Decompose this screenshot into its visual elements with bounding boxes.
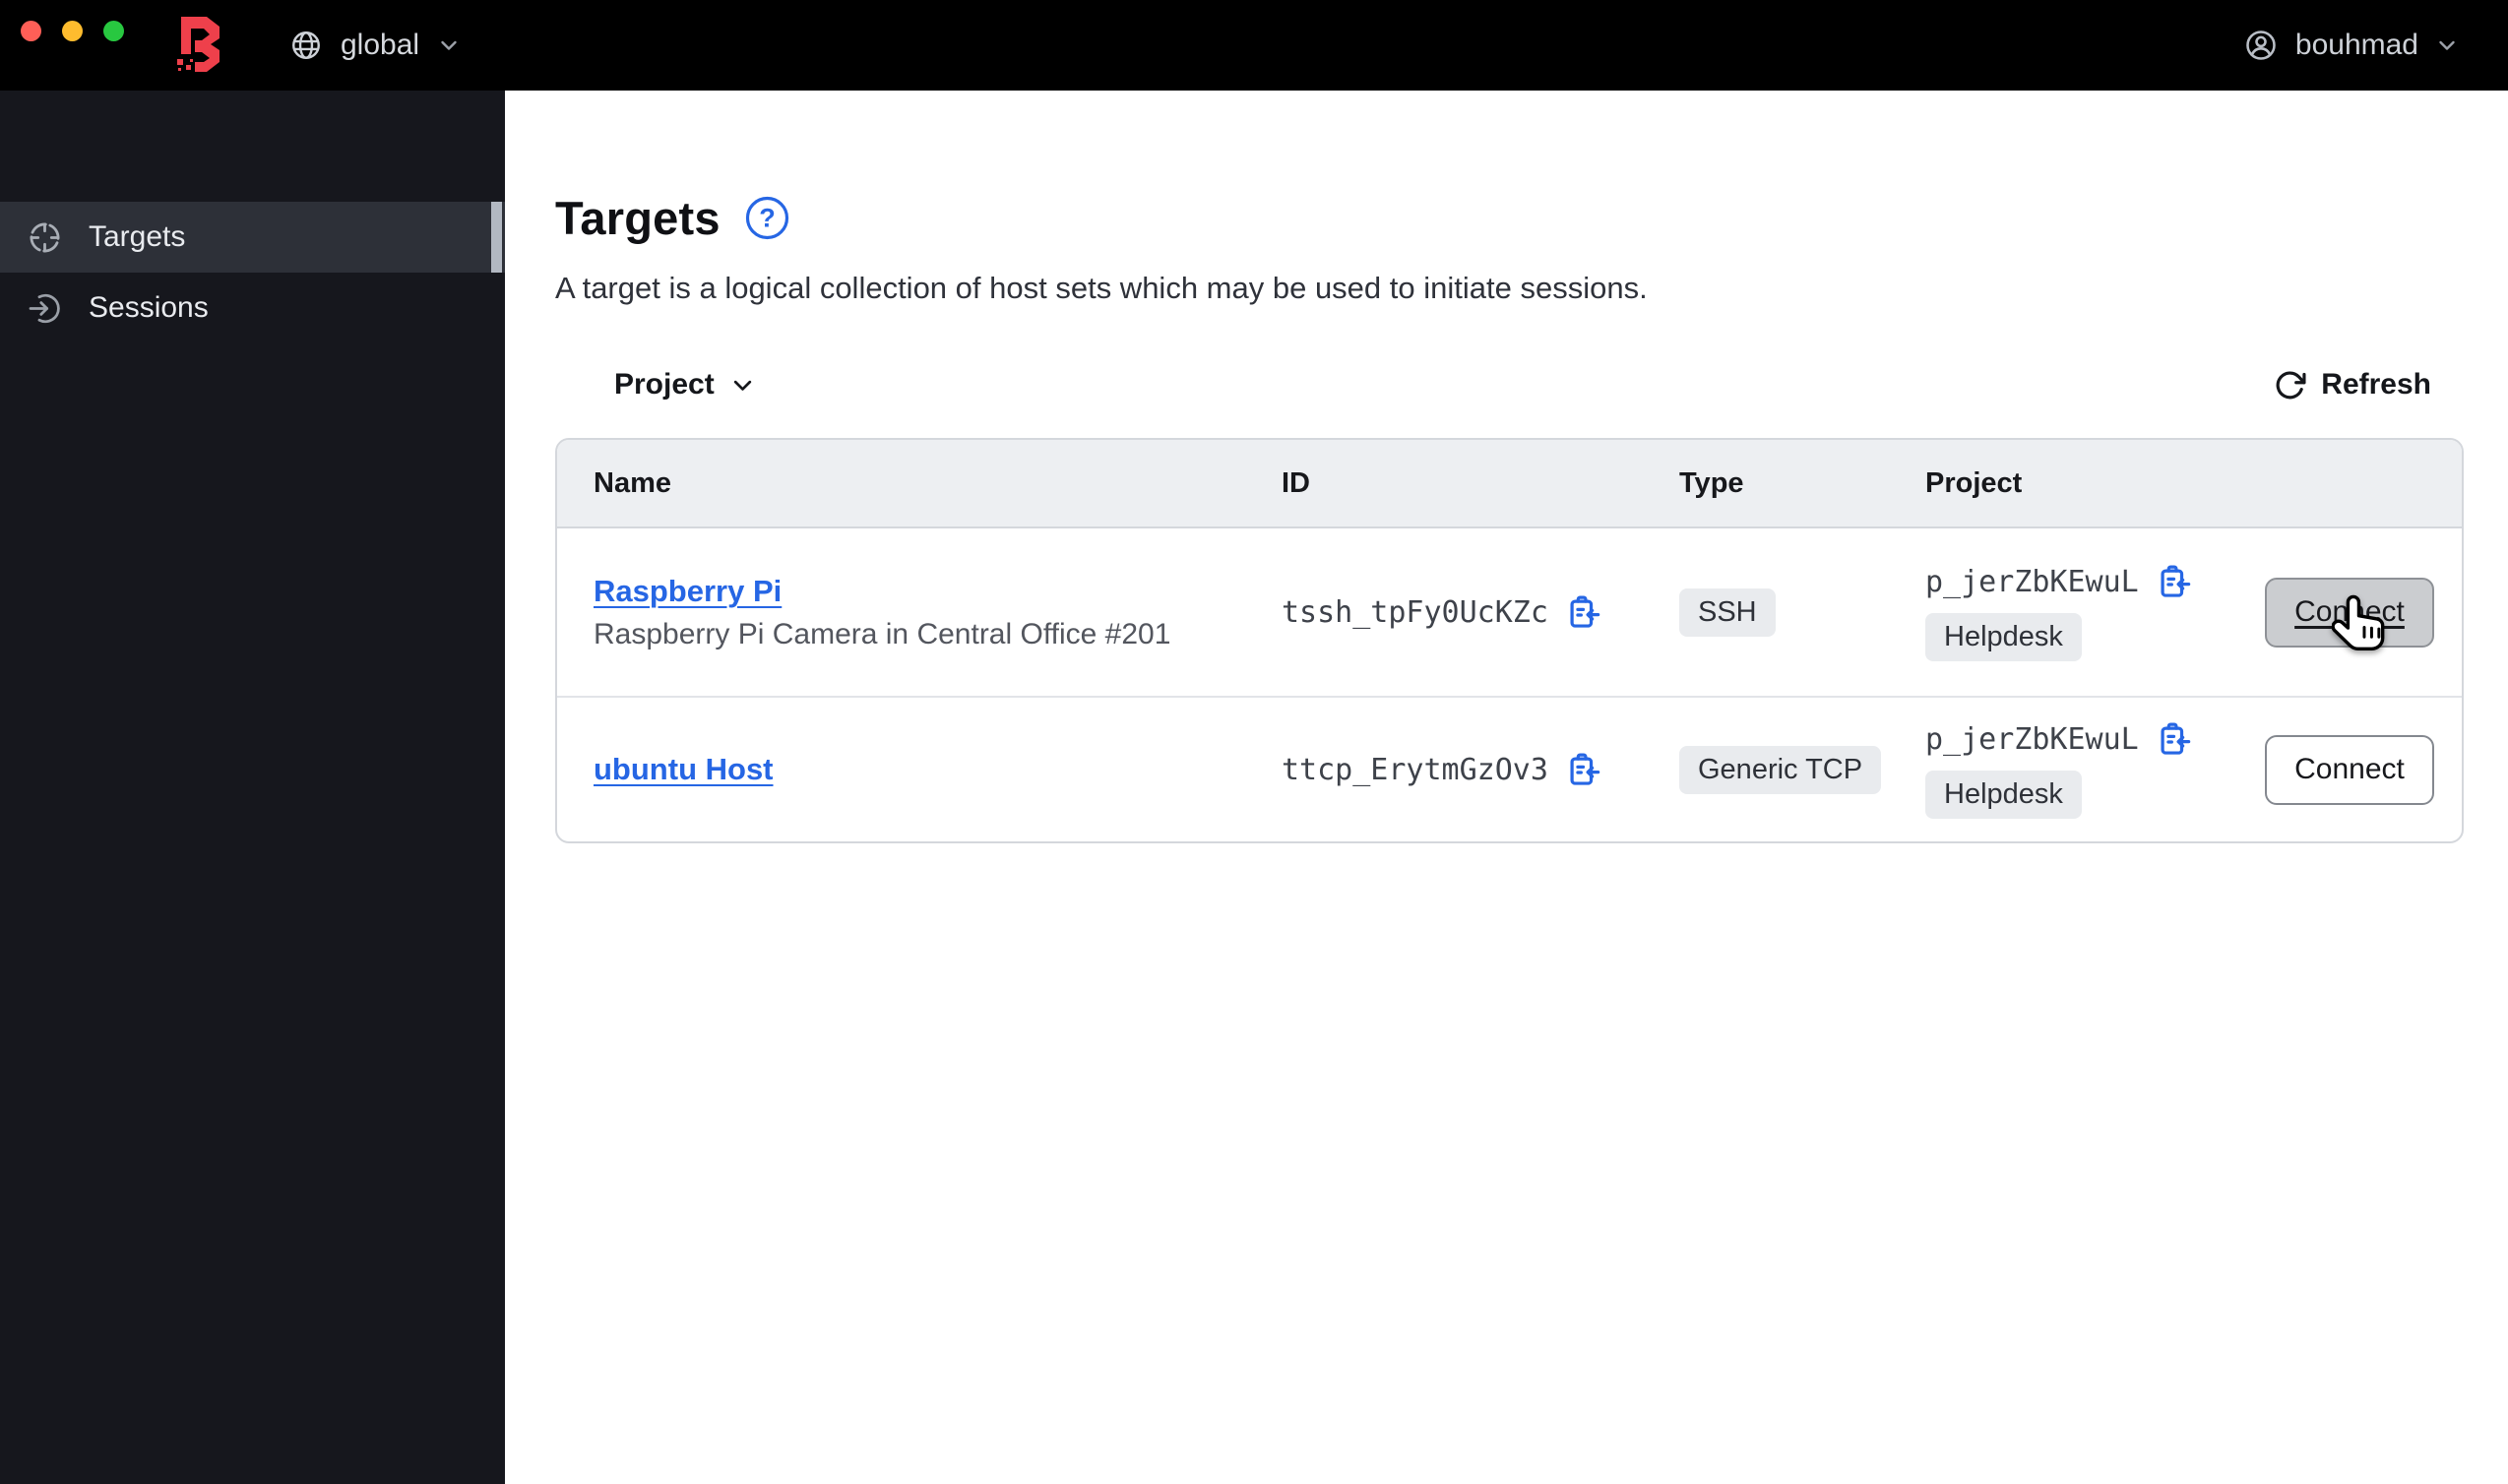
table-toolbar: Project Refresh (555, 362, 2464, 407)
target-id: ttcp_ErytmGzOv3 (1282, 752, 1548, 787)
sidebar-item-label: Targets (89, 220, 186, 253)
connect-button[interactable]: Connect (2265, 577, 2434, 650)
target-name-link[interactable]: ubuntu Host (594, 752, 774, 787)
active-indicator (491, 202, 502, 273)
name-cell: ubuntu Host (557, 752, 1282, 787)
table-header-row: Name ID Type Project (557, 440, 2462, 528)
targets-table: Name ID Type Project Raspberry Pi Raspbe… (555, 438, 2464, 843)
close-window-button[interactable] (21, 21, 41, 41)
chevron-down-icon (733, 380, 751, 391)
type-cell: Generic TCP (1679, 745, 1925, 794)
scope-switcher[interactable]: global (289, 0, 461, 91)
clipboard-copy-icon[interactable] (2156, 564, 2192, 600)
main-content: Targets ? A target is a logical collecti… (505, 91, 2508, 1484)
clipboard-copy-icon[interactable] (2156, 721, 2192, 758)
page-title: Targets (555, 191, 721, 244)
project-id: p_jerZbKEwuL (1925, 564, 2139, 599)
refresh-label: Refresh (2321, 368, 2431, 401)
column-header-id: ID (1282, 466, 1310, 499)
project-id: p_jerZbKEwuL (1925, 721, 2139, 757)
svg-text:?: ? (759, 203, 776, 232)
zoom-window-button[interactable] (103, 21, 124, 41)
type-badge: Generic TCP (1679, 745, 1882, 794)
id-cell: ttcp_ErytmGzOv3 (1282, 752, 1679, 788)
project-cell: p_jerZbKEwuL Helpdesk (1925, 721, 2265, 819)
chevron-down-icon (2439, 40, 2455, 50)
table-row: ubuntu Host ttcp_ErytmGzOv3 Generic TCP … (557, 696, 2462, 841)
target-description: Raspberry Pi Camera in Central Office #2… (594, 617, 1171, 650)
help-icon[interactable]: ? (744, 195, 790, 241)
sidebar-item-targets[interactable]: Targets (0, 202, 505, 273)
titlebar: global bouhmad (0, 0, 2508, 91)
name-cell: Raspberry Pi Raspberry Pi Camera in Cent… (557, 574, 1282, 651)
action-cell: Connect (2265, 734, 2462, 805)
project-name-badge: Helpdesk (1925, 770, 2082, 819)
chevron-down-icon (441, 40, 457, 50)
page-description: A target is a logical collection of host… (555, 271, 1648, 305)
column-header-name: Name (594, 466, 671, 499)
user-circle-icon (2246, 31, 2276, 60)
type-badge: SSH (1679, 587, 1776, 637)
action-cell: Connect (2265, 577, 2462, 650)
globe-icon (292, 31, 320, 59)
sign-in-icon (29, 293, 60, 323)
boundary-logo-icon (177, 17, 219, 72)
target-id: tssh_tpFy0UcKZc (1282, 594, 1548, 630)
type-cell: SSH (1679, 587, 1925, 637)
window-controls (21, 21, 124, 41)
user-label: bouhmad (2294, 29, 2418, 61)
sidebar-item-sessions[interactable]: Sessions (0, 273, 505, 343)
sidebar: Targets Sessions (0, 91, 505, 1484)
column-header-type: Type (1679, 466, 1744, 499)
connect-button[interactable]: Connect (2265, 734, 2434, 805)
target-icon (30, 222, 60, 252)
project-name-badge: Helpdesk (1925, 612, 2082, 661)
table-row: Raspberry Pi Raspberry Pi Camera in Cent… (557, 528, 2462, 696)
user-menu[interactable]: bouhmad (2243, 0, 2459, 91)
sidebar-nav: Targets Sessions (0, 202, 505, 343)
refresh-icon (2276, 371, 2306, 399)
clipboard-copy-icon[interactable] (1565, 752, 1601, 788)
minimize-window-button[interactable] (62, 21, 83, 41)
project-filter-label: Project (614, 368, 715, 401)
id-cell: tssh_tpFy0UcKZc (1282, 594, 1679, 631)
project-cell: p_jerZbKEwuL Helpdesk (1925, 564, 2265, 661)
target-name-link[interactable]: Raspberry Pi (594, 574, 782, 609)
page-header: Targets ? (555, 190, 2508, 245)
sidebar-item-label: Sessions (89, 291, 209, 324)
project-filter-dropdown[interactable]: Project (614, 368, 756, 402)
column-header-project: Project (1925, 466, 2023, 499)
scope-label: global (341, 29, 420, 61)
refresh-button[interactable]: Refresh (2274, 368, 2431, 402)
clipboard-copy-icon[interactable] (1565, 594, 1601, 631)
